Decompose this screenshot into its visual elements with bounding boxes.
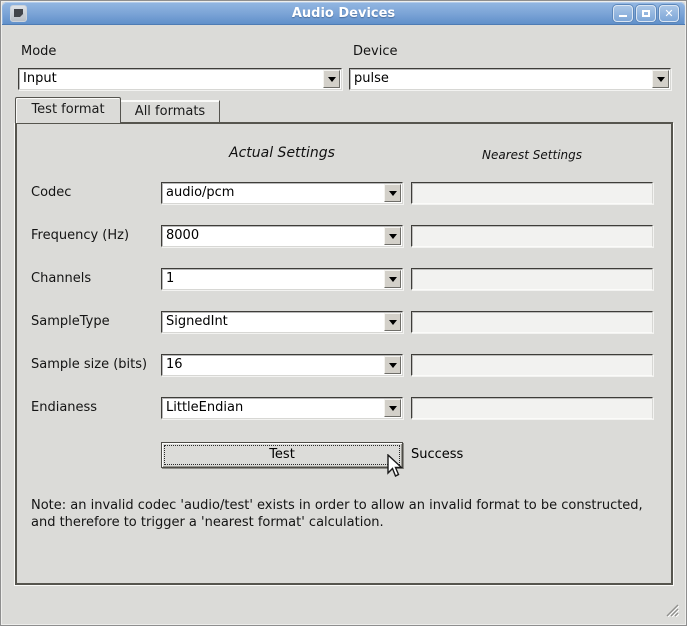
maximize-button[interactable] — [636, 5, 656, 22]
endianess-select[interactable]: LittleEndian — [161, 397, 403, 419]
chevron-down-icon — [389, 277, 397, 282]
channels-dropdown-button[interactable] — [384, 270, 401, 288]
test-format-panel: Actual Settings Nearest Settings Codec a… — [15, 122, 673, 585]
samplesize-select[interactable]: 16 — [161, 354, 403, 376]
sampletype-label: SampleType — [31, 311, 110, 333]
mode-select[interactable]: Input — [18, 68, 342, 90]
close-icon: ✕ — [660, 6, 678, 21]
frequency-label: Frequency (Hz) — [31, 225, 129, 247]
frequency-value: 8000 — [166, 226, 382, 246]
tab-all-formats[interactable]: All formats — [121, 100, 220, 122]
close-button[interactable]: ✕ — [659, 5, 679, 22]
samplesize-dropdown-button[interactable] — [384, 356, 401, 374]
note-text: Note: an invalid codec 'audio/test' exis… — [31, 497, 663, 531]
frequency-dropdown-button[interactable] — [384, 227, 401, 245]
device-label: Device — [353, 44, 397, 59]
samplesize-label: Sample size (bits) — [31, 354, 147, 376]
endianess-value: LittleEndian — [166, 398, 382, 418]
chevron-down-icon — [657, 77, 665, 82]
channels-label: Channels — [31, 268, 91, 290]
mode-dropdown-button[interactable] — [323, 70, 340, 88]
actual-settings-header: Actual Settings — [161, 145, 403, 161]
sampletype-dropdown-button[interactable] — [384, 313, 401, 331]
note-line-1: Note: an invalid codec 'audio/test' exis… — [31, 497, 663, 514]
chevron-down-icon — [389, 191, 397, 196]
codec-nearest-field[interactable] — [411, 182, 653, 204]
mode-selected-value: Input — [23, 69, 321, 89]
nearest-settings-header: Nearest Settings — [411, 148, 653, 162]
codec-label: Codec — [31, 182, 71, 204]
endianess-label: Endianess — [31, 397, 97, 419]
minimize-button[interactable] — [613, 5, 633, 22]
audio-devices-window: Audio Devices ✕ Mode Device Input pulse … — [0, 0, 687, 626]
sampletype-select[interactable]: SignedInt — [161, 311, 403, 333]
device-dropdown-button[interactable] — [652, 70, 669, 88]
channels-value: 1 — [166, 269, 382, 289]
window-buttons: ✕ — [613, 5, 679, 22]
note-line-2: and therefore to trigger a 'nearest form… — [31, 514, 663, 531]
chevron-down-icon — [389, 406, 397, 411]
mode-label: Mode — [21, 44, 56, 59]
samplesize-nearest-field[interactable] — [411, 354, 653, 376]
chevron-down-icon — [389, 234, 397, 239]
maximize-icon — [642, 10, 650, 17]
chevron-down-icon — [389, 320, 397, 325]
test-button[interactable]: Test — [161, 442, 403, 468]
channels-nearest-field[interactable] — [411, 268, 653, 290]
endianess-nearest-field[interactable] — [411, 397, 653, 419]
device-select[interactable]: pulse — [349, 68, 671, 90]
mouse-cursor-icon — [385, 454, 405, 480]
channels-select[interactable]: 1 — [161, 268, 403, 290]
endianess-dropdown-button[interactable] — [384, 399, 401, 417]
chevron-down-icon — [389, 363, 397, 368]
frequency-nearest-field[interactable] — [411, 225, 653, 247]
chevron-down-icon — [328, 77, 336, 82]
status-text: Success — [411, 444, 463, 466]
sampletype-nearest-field[interactable] — [411, 311, 653, 333]
window-title: Audio Devices — [2, 2, 685, 25]
samplesize-value: 16 — [166, 355, 382, 375]
focus-rectangle — [164, 445, 400, 465]
resize-grip-icon[interactable] — [665, 603, 679, 617]
sampletype-value: SignedInt — [166, 312, 382, 332]
minimize-icon — [619, 15, 627, 17]
device-selected-value: pulse — [354, 69, 650, 89]
tab-test-format[interactable]: Test format — [15, 97, 121, 123]
codec-value: audio/pcm — [166, 183, 382, 203]
frequency-select[interactable]: 8000 — [161, 225, 403, 247]
titlebar[interactable]: Audio Devices ✕ — [2, 2, 685, 25]
codec-dropdown-button[interactable] — [384, 184, 401, 202]
codec-select[interactable]: audio/pcm — [161, 182, 403, 204]
